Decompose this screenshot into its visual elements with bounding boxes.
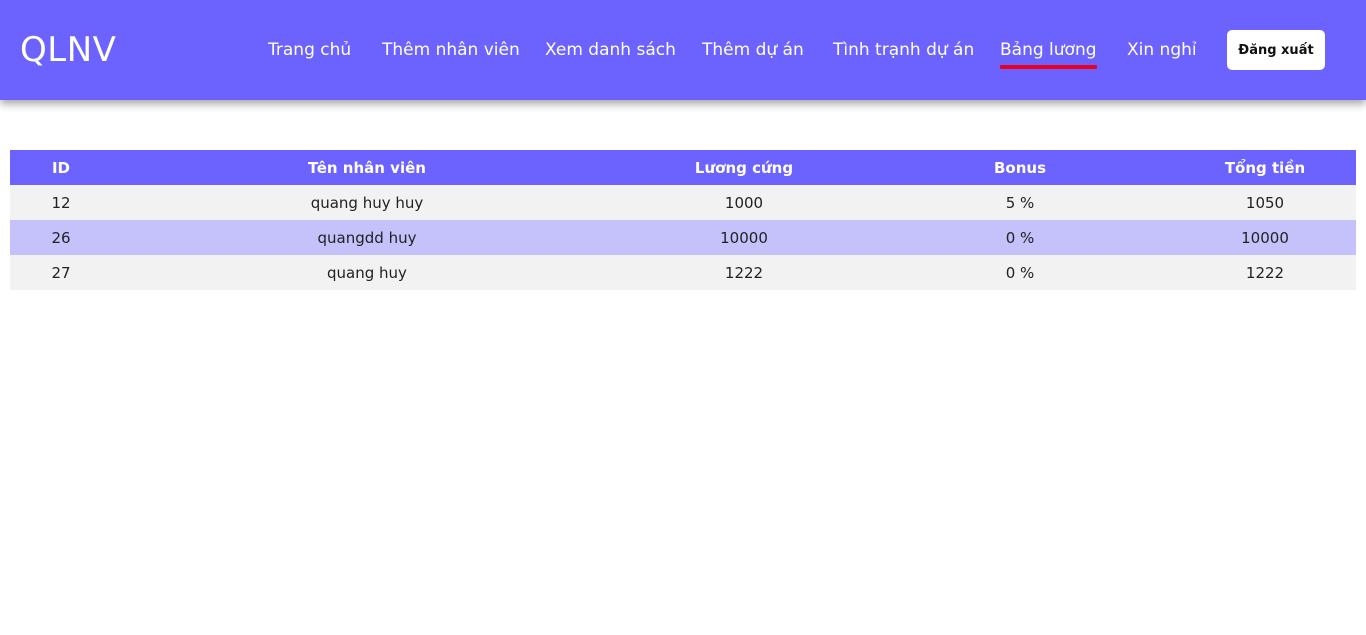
cell-id: 27 — [51, 263, 71, 282]
cell-total: 10000 — [1241, 228, 1289, 247]
cell-id: 26 — [51, 228, 71, 247]
cell-bonus: 0 % — [1005, 263, 1035, 282]
cell-employee-name: quang huy huy — [310, 193, 424, 212]
cell-total: 1222 — [1245, 263, 1285, 282]
cell-bonus: 5 % — [1005, 193, 1035, 212]
nav-link-xem-danh-sach[interactable]: Xem danh sách — [545, 38, 676, 62]
header-employee-name: Tên nhân viên — [308, 158, 426, 177]
cell-id: 12 — [51, 193, 71, 212]
cell-employee-name: quang huy — [327, 263, 407, 282]
app-logo[interactable]: QLNV — [20, 30, 116, 70]
cell-bonus: 0 % — [1005, 228, 1035, 247]
cell-employee-name: quangdd huy — [317, 228, 417, 247]
cell-base-salary: 1222 — [724, 263, 764, 282]
nav-link-xin-nghi[interactable]: Xin nghỉ — [1127, 38, 1197, 62]
header-bonus: Bonus — [993, 158, 1047, 177]
table-row: 12 quang huy huy 1000 5 % 1050 — [10, 185, 1356, 220]
logout-button[interactable]: Đăng xuất — [1227, 30, 1325, 70]
header-base-salary: Lương cứng — [694, 158, 794, 177]
nav-link-them-du-an[interactable]: Thêm dự án — [702, 38, 804, 62]
cell-total: 1050 — [1245, 193, 1285, 212]
cell-base-salary: 10000 — [720, 228, 768, 247]
salary-table: ID Tên nhân viên Lương cứng Bonus Tổng t… — [10, 150, 1356, 290]
nav-link-them-nhan-vien[interactable]: Thêm nhân viên — [382, 38, 520, 62]
nav-link-trang-chu[interactable]: Trang chủ — [268, 38, 351, 62]
nav-link-tinh-tranh-du-an[interactable]: Tình trạnh dự án — [833, 38, 974, 62]
header-total: Tổng tiền — [1224, 158, 1306, 177]
nav-link-bang-luong[interactable]: Bảng lương — [1000, 38, 1097, 69]
header-id: ID — [51, 158, 71, 177]
cell-base-salary: 1000 — [724, 193, 764, 212]
table-row: 26 quangdd huy 10000 0 % 10000 — [10, 220, 1356, 255]
top-navbar: QLNV Trang chủ Thêm nhân viên Xem danh s… — [0, 0, 1366, 100]
table-row: 27 quang huy 1222 0 % 1222 — [10, 255, 1356, 290]
table-header-row: ID Tên nhân viên Lương cứng Bonus Tổng t… — [10, 150, 1356, 185]
